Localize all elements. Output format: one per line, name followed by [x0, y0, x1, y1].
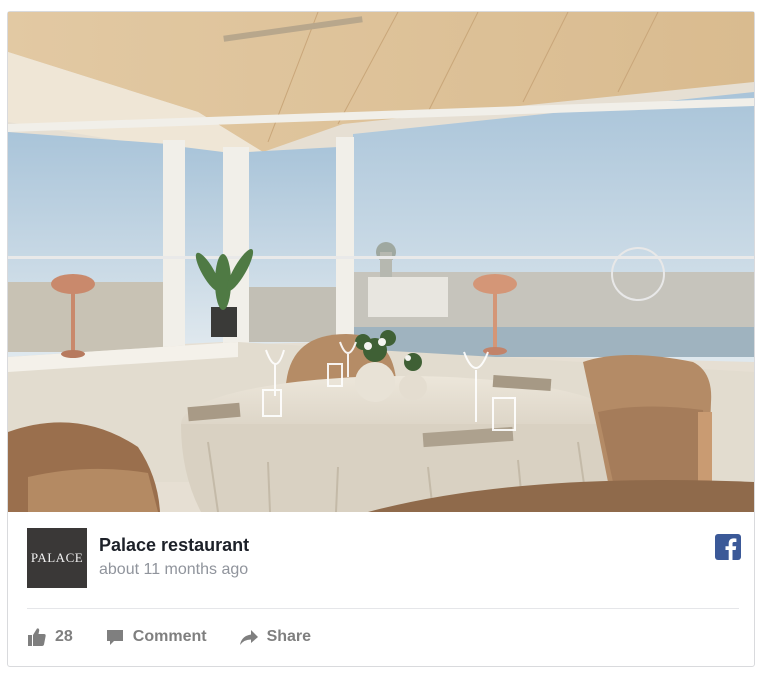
- share-button[interactable]: Share: [239, 627, 311, 647]
- facebook-icon[interactable]: [715, 534, 741, 560]
- page-avatar[interactable]: PALACE: [27, 528, 87, 588]
- facebook-post-card: PALACE Palace restaurant about 11 months…: [7, 11, 755, 667]
- comment-button[interactable]: Comment: [105, 627, 207, 647]
- page-name-link[interactable]: Palace restaurant: [99, 535, 249, 556]
- like-button[interactable]: 28: [27, 627, 73, 647]
- actions-divider: [27, 608, 739, 609]
- share-arrow-icon: [239, 627, 259, 647]
- comment-label: Comment: [132, 628, 207, 645]
- post-actions-bar: 28 Comment Share: [27, 624, 343, 650]
- post-timestamp[interactable]: about 11 months ago: [99, 561, 248, 579]
- like-count: 28: [55, 628, 73, 645]
- avatar-logo-text: PALACE: [30, 550, 84, 565]
- speech-bubble-icon: [105, 627, 125, 647]
- restaurant-photo-illustration: [8, 12, 754, 512]
- share-label: Share: [266, 628, 312, 645]
- post-photo[interactable]: [8, 12, 754, 512]
- thumbs-up-icon: [27, 627, 47, 647]
- post-header: PALACE Palace restaurant about 11 months…: [27, 528, 741, 592]
